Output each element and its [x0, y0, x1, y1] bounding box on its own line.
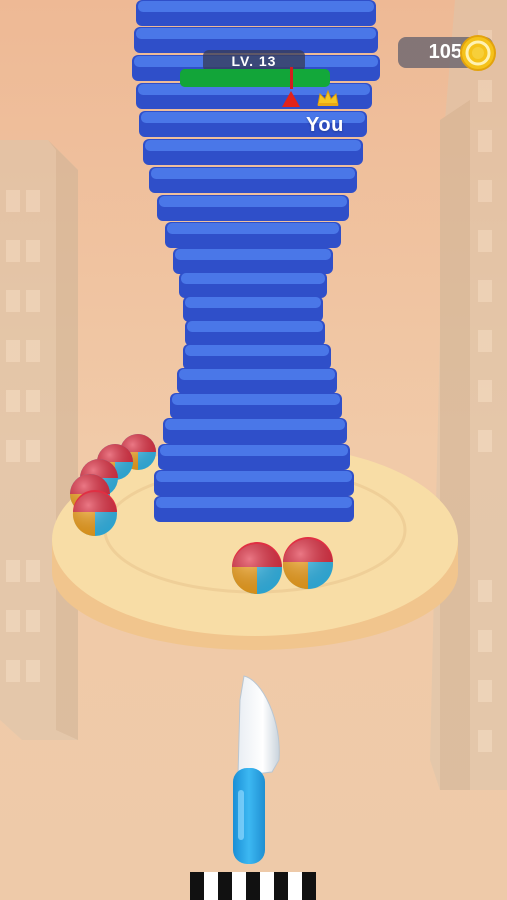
coin-count: 105: [428, 41, 462, 63]
coin-icon: [460, 35, 496, 71]
tower-ring-highlight: [165, 419, 345, 430]
player-progress-marker: [290, 67, 293, 89]
tower-ring-highlight: [145, 140, 361, 151]
tower-ring-highlight: [159, 196, 347, 207]
player-label: You: [306, 114, 344, 136]
ball: [282, 537, 333, 590]
tower-ring-highlight: [138, 1, 374, 12]
tower-ring-highlight: [185, 297, 321, 308]
tower-ring-highlight: [160, 445, 348, 456]
crown-icon: [317, 89, 339, 106]
ball: [72, 490, 117, 537]
tower-ring-highlight: [167, 223, 339, 234]
tower-ring-highlight: [187, 321, 323, 332]
tower-ring-highlight: [172, 394, 340, 405]
tower-ring-highlight: [136, 28, 376, 39]
level-progress-fill: [180, 69, 291, 87]
coin-counter: 105: [398, 35, 496, 71]
tower-ring-highlight: [156, 497, 352, 508]
tower-ring-highlight: [151, 168, 355, 179]
left-building: [0, 140, 78, 740]
game-scene[interactable]: [0, 0, 507, 900]
tower-ring-highlight: [179, 369, 335, 380]
ball: [231, 542, 282, 595]
tower-ring-highlight: [181, 273, 325, 284]
tower-ring-highlight: [156, 471, 352, 482]
tower-ring-highlight: [175, 249, 331, 260]
finish-line: [190, 872, 316, 900]
tower-ring-highlight: [185, 345, 329, 356]
player-pointer-icon: [282, 91, 300, 107]
level-progress-bar: [180, 67, 330, 107]
